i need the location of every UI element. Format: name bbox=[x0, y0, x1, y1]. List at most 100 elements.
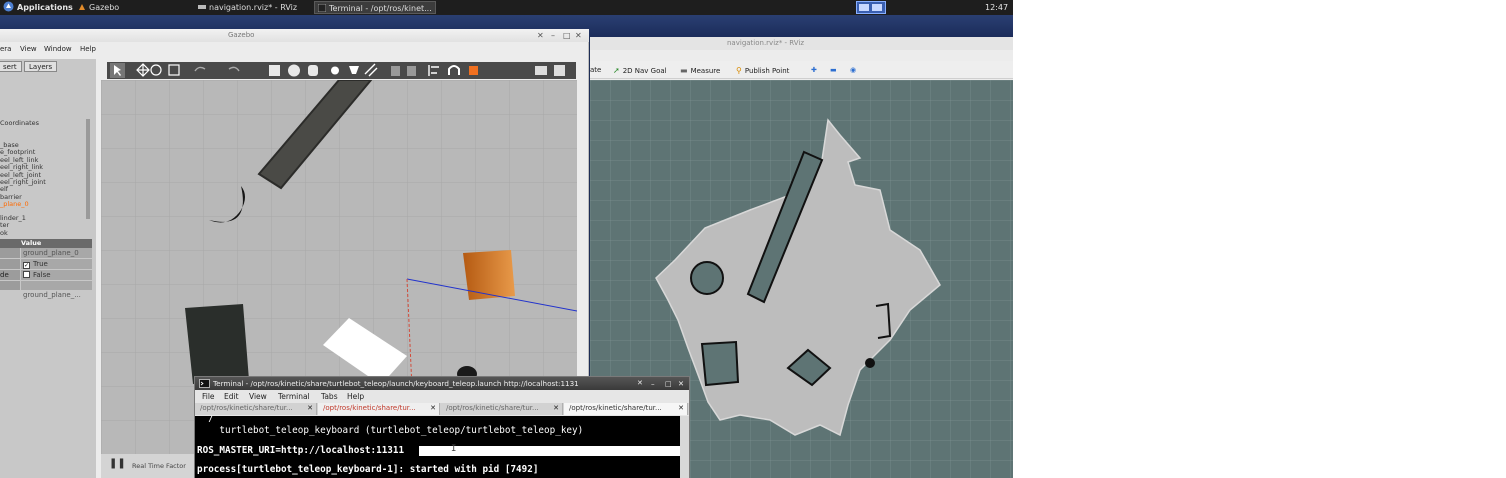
terminal-output[interactable]: / turtlebot_teleop_keyboard (turtlebot_t… bbox=[195, 416, 680, 478]
tree-item-selected[interactable]: _plane_0 bbox=[0, 200, 29, 208]
property-row[interactable]: ground_plane_... bbox=[0, 290, 92, 300]
ruler-icon: ▬ bbox=[680, 66, 688, 75]
interact-tool[interactable]: ate bbox=[590, 65, 601, 76]
add-tool-button[interactable]: ✚ bbox=[811, 65, 817, 76]
rviz-toolbar: ate ➚ 2D Nav Goal ▬ Measure ⚲ Publish Point… bbox=[590, 61, 1013, 79]
gazebo-icon bbox=[79, 4, 85, 10]
measure-label: Measure bbox=[690, 67, 721, 75]
gazebo-toolbar bbox=[107, 62, 576, 79]
gazebo-titlebar[interactable]: Gazebo ✕ – □ ✕ bbox=[0, 29, 589, 42]
tab-close-icon[interactable]: ✕ bbox=[678, 403, 684, 414]
desktop: Applications Gazebo navigation.rviz* - R… bbox=[0, 0, 1013, 478]
terminal-line: ROS_MASTER_URI=http://localhost:11311 bbox=[197, 445, 405, 456]
maximize-button[interactable]: □ bbox=[563, 29, 571, 42]
terminal-window: Terminal - /opt/ros/kinetic/share/turtle… bbox=[194, 376, 690, 478]
terminal-tabbar: /opt/ros/kinetic/share/tur... ✕ /opt/ros/… bbox=[195, 403, 689, 415]
close-button[interactable]: ✕ bbox=[575, 29, 582, 42]
workspace-active bbox=[859, 4, 869, 11]
menu-edit[interactable]: Edit bbox=[224, 391, 239, 403]
terminal-minimize-button[interactable]: – bbox=[651, 377, 655, 390]
change-view-icon bbox=[469, 66, 478, 75]
rviz-titlebar[interactable]: navigation.rviz* - RViz bbox=[590, 37, 1013, 50]
tab-layers[interactable]: Layers bbox=[24, 61, 58, 72]
applications-menu[interactable]: Applications bbox=[3, 0, 73, 15]
checkbox-checked[interactable]: ✓ bbox=[23, 262, 30, 269]
terminal-tab[interactable]: /opt/ros/kinetic/share/tur... ✕ bbox=[564, 403, 688, 415]
tree-item[interactable]: ok bbox=[0, 229, 8, 237]
terminal-icon bbox=[199, 379, 210, 388]
terminal-line: turtlebot_teleop_keyboard (turtlebot_tel… bbox=[197, 425, 584, 436]
menu-terminal[interactable]: Terminal bbox=[278, 391, 310, 403]
cylinder-obstacle bbox=[690, 261, 724, 295]
pause-button[interactable]: ❚❚ bbox=[109, 458, 126, 469]
tab-close-icon[interactable]: ✕ bbox=[307, 403, 313, 414]
minus-icon: ▬ bbox=[830, 66, 837, 74]
toolbar-icons bbox=[110, 63, 565, 78]
spot-light-icon bbox=[349, 66, 359, 74]
terminal-pin-button[interactable]: ✕ bbox=[637, 377, 643, 390]
property-row[interactable]: ground_plane_0 bbox=[0, 248, 92, 258]
terminal-tab[interactable]: /opt/ros/kinetic/share/tur... ✕ bbox=[441, 403, 563, 415]
taskbar-terminal[interactable]: Terminal - /opt/ros/kinet... bbox=[314, 1, 436, 14]
menu-view[interactable]: View bbox=[249, 391, 267, 403]
tab-label: /opt/ros/kinetic/share/tur... bbox=[446, 404, 539, 412]
gazebo-left-panel: sert Layers Coordinates _base e_footprin… bbox=[0, 59, 96, 478]
terminal-icon bbox=[318, 4, 326, 12]
terminal-tab-active[interactable]: /opt/ros/kinetic/share/tur... ✕ bbox=[318, 403, 440, 415]
terminal-close-button[interactable]: ✕ bbox=[678, 377, 684, 390]
publish-point-tool[interactable]: ⚲ Publish Point bbox=[736, 65, 789, 76]
tree-item-coordinates[interactable]: Coordinates bbox=[0, 119, 39, 127]
terminal-line: / bbox=[197, 416, 214, 424]
menu-window[interactable]: Window bbox=[44, 43, 72, 56]
nav-goal-label: 2D Nav Goal bbox=[622, 67, 667, 75]
workspace-window bbox=[872, 4, 882, 11]
property-value: ground_plane_0 bbox=[21, 248, 92, 258]
remove-tool-button[interactable]: ▬ bbox=[830, 65, 837, 76]
tab-close-icon[interactable]: ✕ bbox=[553, 403, 559, 414]
taskbar-terminal-label: Terminal - /opt/ros/kinet... bbox=[329, 4, 432, 13]
menu-help[interactable]: Help bbox=[347, 391, 364, 403]
terminal-title: Terminal - /opt/ros/kinetic/share/turtle… bbox=[213, 379, 579, 388]
taskbar-rviz-label: navigation.rviz* - RViz bbox=[209, 3, 298, 12]
real-time-factor-label: Real Time Factor bbox=[132, 462, 186, 470]
align-icon bbox=[428, 65, 439, 76]
dumpster-model bbox=[185, 304, 249, 384]
tab-label: /opt/ros/kinetic/share/tur... bbox=[323, 404, 416, 412]
terminal-tab[interactable]: /opt/ros/kinetic/share/tur... ✕ bbox=[195, 403, 317, 415]
terminal-scrollbar[interactable] bbox=[680, 416, 689, 478]
menu-tabs[interactable]: Tabs bbox=[321, 391, 338, 403]
tree-scrollbar[interactable] bbox=[86, 119, 90, 219]
terminal-maximize-button[interactable]: □ bbox=[665, 377, 672, 390]
screenshot-icon bbox=[535, 66, 547, 75]
directional-light-icon bbox=[364, 63, 378, 77]
menu-file[interactable]: File bbox=[202, 391, 215, 403]
menu-view[interactable]: View bbox=[20, 43, 37, 56]
property-row[interactable]: ✓ True bbox=[0, 259, 92, 269]
interact-tool-label: ate bbox=[590, 66, 602, 74]
pin-button[interactable]: ✕ bbox=[537, 29, 544, 42]
arrow-icon: ➚ bbox=[613, 66, 620, 75]
workspace-switcher[interactable] bbox=[856, 1, 886, 14]
tab-close-icon[interactable]: ✕ bbox=[430, 403, 436, 414]
copy-icon bbox=[391, 66, 400, 76]
cylinder-shape-icon bbox=[308, 65, 318, 76]
taskbar-gazebo[interactable]: Gazebo bbox=[75, 1, 185, 14]
sphere-shape-icon bbox=[288, 64, 300, 77]
taskbar-rviz[interactable]: navigation.rviz* - RViz bbox=[195, 1, 310, 14]
menu-camera[interactable]: era bbox=[0, 43, 11, 56]
property-value: False bbox=[33, 271, 51, 279]
translate-icon bbox=[136, 63, 150, 77]
clock[interactable]: 12:47 bbox=[985, 0, 1008, 15]
measure-tool[interactable]: ▬ Measure bbox=[680, 65, 720, 76]
camera-type-button[interactable]: ◉ bbox=[850, 65, 856, 76]
property-row[interactable]: de False bbox=[0, 270, 92, 280]
tab-insert[interactable]: sert bbox=[0, 61, 22, 72]
property-value: True bbox=[33, 260, 48, 268]
nav-goal-tool[interactable]: ➚ 2D Nav Goal bbox=[613, 65, 667, 76]
checkbox-unchecked[interactable] bbox=[23, 271, 30, 278]
rotate-icon bbox=[150, 64, 162, 76]
menu-help[interactable]: Help bbox=[80, 43, 96, 56]
terminal-titlebar[interactable]: Terminal - /opt/ros/kinetic/share/turtle… bbox=[195, 377, 689, 390]
bookshelf-model bbox=[463, 250, 515, 300]
minimize-button[interactable]: – bbox=[551, 29, 555, 42]
